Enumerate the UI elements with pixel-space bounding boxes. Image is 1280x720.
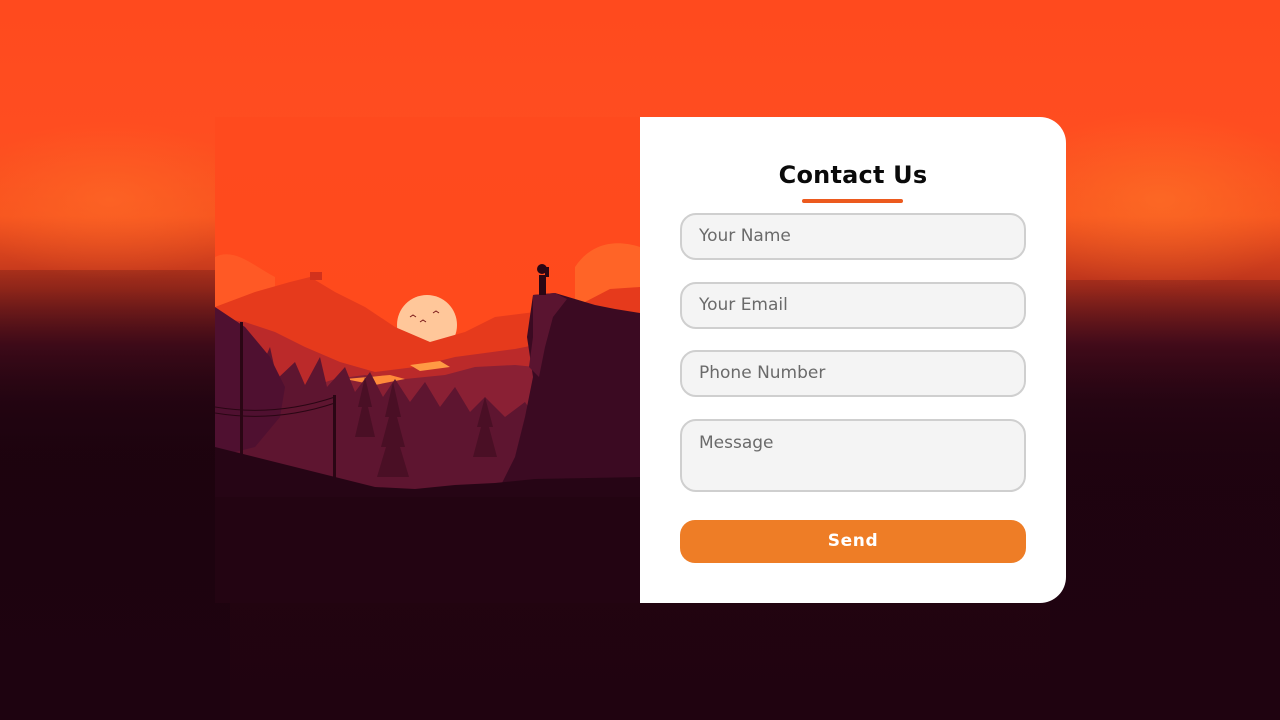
landscape-illustration xyxy=(215,117,640,603)
send-button[interactable]: Send xyxy=(680,520,1026,563)
background-shadow-right xyxy=(1050,280,1280,720)
form-title: Contact Us xyxy=(778,161,928,189)
message-field[interactable]: Message xyxy=(680,419,1026,492)
sunset-landscape-image xyxy=(215,117,640,603)
contact-card: Contact Us Your Name Your Email Phone Nu… xyxy=(215,117,1066,603)
contact-form: Contact Us Your Name Your Email Phone Nu… xyxy=(640,117,1066,603)
phone-field[interactable]: Phone Number xyxy=(680,350,1026,397)
background-shadow-left xyxy=(0,270,230,720)
title-underline xyxy=(802,199,903,203)
name-field[interactable]: Your Name xyxy=(680,213,1026,260)
email-field[interactable]: Your Email xyxy=(680,282,1026,329)
